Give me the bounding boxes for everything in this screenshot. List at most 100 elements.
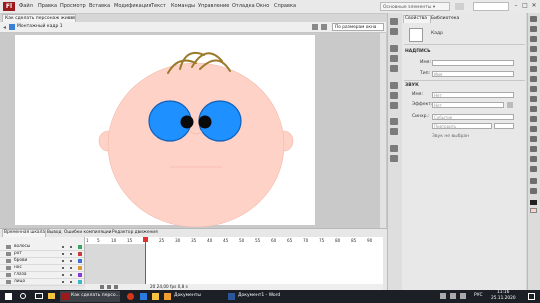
help-search-input[interactable]	[473, 2, 509, 11]
layer-row[interactable]: волосы	[0, 244, 84, 251]
repeat-count-input[interactable]	[494, 123, 514, 129]
menu-view[interactable]: Просмотр	[60, 3, 86, 9]
sync-select[interactable]: Событие	[432, 114, 514, 120]
task-view-icon[interactable]	[35, 293, 43, 299]
visibility-dot-icon[interactable]	[62, 267, 64, 269]
pencil-tool-icon[interactable]	[530, 106, 537, 112]
free-transform-tool-icon[interactable]	[530, 36, 537, 42]
eyedropper-tool-icon[interactable]	[530, 156, 537, 162]
menu-control[interactable]: Управление	[198, 3, 229, 9]
edit-symbol-icon[interactable]	[312, 24, 318, 30]
lock-dot-icon[interactable]	[70, 267, 72, 269]
menu-help[interactable]: Справка	[274, 3, 296, 9]
layer-outline-color[interactable]	[78, 245, 82, 249]
loop-icon[interactable]	[114, 285, 118, 289]
clock-time[interactable]: 11:16	[497, 290, 509, 295]
visibility-dot-icon[interactable]	[62, 246, 64, 248]
step-forward-icon[interactable]	[107, 285, 111, 289]
tab-library[interactable]: Библиотека	[431, 16, 459, 21]
tab-properties[interactable]: Свойства	[405, 16, 427, 21]
minimize-button[interactable]: –	[512, 2, 520, 10]
bone-tool-icon[interactable]	[530, 136, 537, 142]
color-icon[interactable]	[390, 18, 398, 25]
stage-vertical-scrollbar[interactable]	[380, 33, 386, 228]
clock-date[interactable]: 25.11.2020	[491, 296, 516, 301]
deco-tool-icon[interactable]	[530, 126, 537, 132]
subselection-tool-icon[interactable]	[530, 26, 537, 32]
code-snippets-icon[interactable]	[390, 82, 398, 89]
effect-select[interactable]: Нет	[432, 102, 504, 108]
transform-icon[interactable]	[390, 65, 398, 72]
swatches-icon[interactable]	[390, 28, 398, 35]
library-panel-icon[interactable]	[390, 145, 398, 152]
menu-insert[interactable]: Вставка	[89, 3, 110, 9]
edge-icon[interactable]	[140, 293, 147, 300]
layer-row[interactable]: нос	[0, 265, 84, 272]
edit-scene-icon[interactable]	[321, 24, 327, 30]
3d-rotation-tool-icon[interactable]	[530, 46, 537, 52]
tab-timeline[interactable]: Временная шкала	[4, 230, 45, 235]
brush-tool-icon[interactable]	[530, 116, 537, 122]
motion-presets-icon[interactable]	[390, 102, 398, 109]
text-tool-icon[interactable]	[530, 76, 537, 82]
layer-row[interactable]: глаза	[0, 272, 84, 279]
layer-outline-color[interactable]	[78, 259, 82, 263]
lock-dot-icon[interactable]	[70, 281, 72, 283]
taskbar-documents-label[interactable]: Документы	[174, 293, 201, 298]
output-panel-icon[interactable]	[390, 155, 398, 162]
selection-tool-icon[interactable]	[530, 16, 537, 22]
sync-icon[interactable]	[455, 3, 464, 10]
visibility-dot-icon[interactable]	[62, 260, 64, 262]
scene-label[interactable]: Монтажный кадр 1	[17, 24, 63, 29]
volume-icon[interactable]	[460, 293, 466, 299]
playhead[interactable]	[145, 237, 146, 284]
layer-outline-color[interactable]	[78, 273, 82, 277]
visibility-dot-icon[interactable]	[62, 281, 64, 283]
language-indicator[interactable]: РУС	[474, 293, 483, 298]
back-arrow-icon[interactable]: ◂	[3, 24, 6, 31]
lock-dot-icon[interactable]	[70, 274, 72, 276]
menu-file[interactable]: Файл	[19, 3, 33, 9]
paint-bucket-tool-icon[interactable]	[530, 146, 537, 152]
tab-compiler-errors[interactable]: Ошибки компиляции	[64, 230, 111, 235]
pen-tool-icon[interactable]	[530, 66, 537, 72]
visibility-dot-icon[interactable]	[62, 274, 64, 276]
close-window-button[interactable]: ✕	[530, 2, 538, 10]
hand-tool-icon[interactable]	[530, 178, 537, 184]
layer-outline-color[interactable]	[78, 252, 82, 256]
document-tab[interactable]: Как сделать персонаж живым.fla*	[2, 14, 76, 22]
layer-outline-color[interactable]	[78, 266, 82, 270]
menu-modify[interactable]: Модификация	[114, 3, 151, 9]
menu-debug[interactable]: Отладка	[232, 3, 255, 9]
layer-row[interactable]: лицо	[0, 279, 84, 286]
menu-edit[interactable]: Правка	[38, 3, 57, 9]
layer-outline-color[interactable]	[78, 280, 82, 284]
documents-folder-icon[interactable]	[164, 293, 171, 300]
folder-icon[interactable]	[152, 293, 159, 300]
taskbar-word-label[interactable]: Документ1 - Word	[238, 293, 280, 298]
visibility-dot-icon[interactable]	[62, 253, 64, 255]
character-artwork[interactable]	[0, 33, 386, 228]
menu-commands[interactable]: Команды	[171, 3, 195, 9]
lasso-tool-icon[interactable]	[530, 56, 537, 62]
network-icon[interactable]	[450, 293, 456, 299]
name-input[interactable]	[432, 60, 514, 66]
maximize-button[interactable]: □	[521, 2, 529, 10]
word-icon[interactable]	[228, 293, 235, 300]
scene-panel-icon[interactable]	[390, 128, 398, 135]
stroke-color-icon[interactable]	[530, 200, 537, 205]
layer-row[interactable]: брови	[0, 258, 84, 265]
zoom-tool-icon[interactable]	[530, 188, 537, 194]
notifications-icon[interactable]	[528, 293, 535, 300]
search-icon[interactable]	[20, 293, 26, 299]
layer-row[interactable]: рот	[0, 251, 84, 258]
opera-icon[interactable]	[127, 293, 134, 300]
edit-effect-icon[interactable]	[507, 102, 513, 108]
lock-dot-icon[interactable]	[70, 246, 72, 248]
lock-dot-icon[interactable]	[70, 253, 72, 255]
lock-dot-icon[interactable]	[70, 260, 72, 262]
label-section-heading[interactable]: НАДПИСЬ	[405, 49, 431, 54]
sound-section-heading[interactable]: ЗВУК	[405, 83, 419, 88]
close-document-icon[interactable]: ×	[70, 15, 74, 21]
tab-motion-editor[interactable]: Редактор движения	[112, 230, 158, 235]
